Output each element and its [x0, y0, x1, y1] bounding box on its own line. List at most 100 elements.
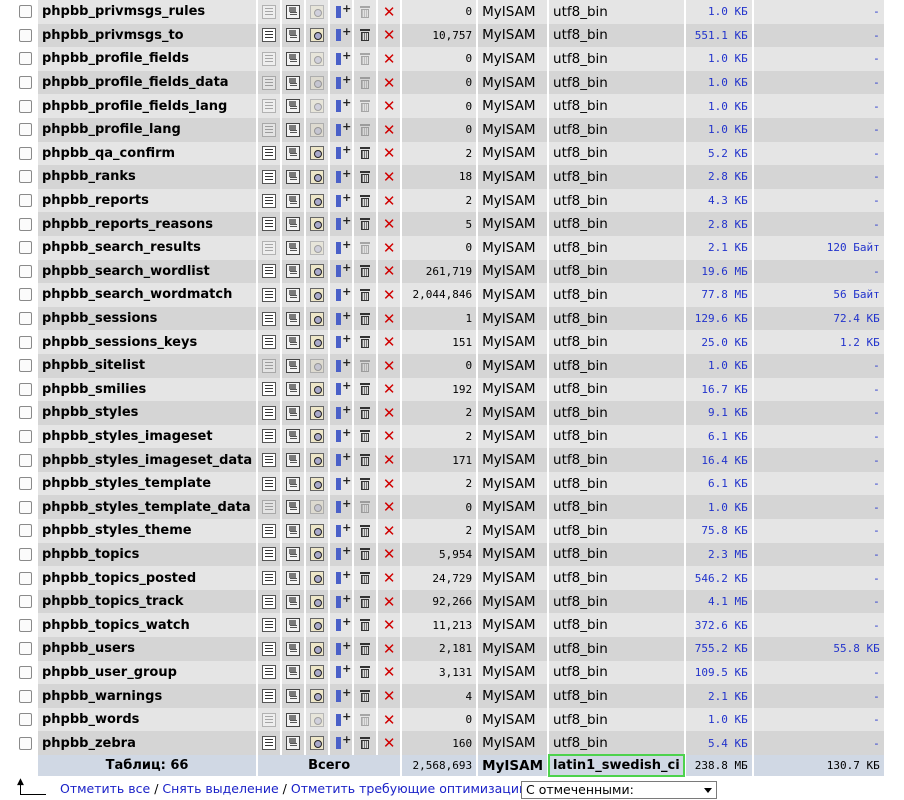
row-checkbox[interactable]: [14, 731, 36, 755]
insert-action[interactable]: [330, 235, 353, 260]
structure-action[interactable]: [282, 70, 305, 95]
table-name[interactable]: phpbb_styles_imageset_data: [38, 448, 257, 472]
row-checkbox[interactable]: [14, 283, 36, 307]
table-name[interactable]: phpbb_topics_posted: [38, 566, 257, 590]
insert-action[interactable]: [330, 165, 353, 189]
search-action[interactable]: [306, 471, 329, 496]
drop-action[interactable]: ✕: [378, 212, 401, 236]
search-action[interactable]: [306, 70, 329, 95]
drop-action[interactable]: ✕: [378, 70, 401, 95]
empty-action[interactable]: [354, 613, 377, 638]
drop-action[interactable]: ✕: [378, 495, 401, 520]
insert-action[interactable]: [330, 566, 353, 590]
table-name[interactable]: phpbb_privmsgs_to: [38, 23, 257, 48]
table-size[interactable]: 2.8 КБ: [685, 212, 752, 236]
drop-action[interactable]: ✕: [378, 542, 401, 567]
structure-action[interactable]: [282, 165, 305, 189]
overhead[interactable]: -: [753, 212, 884, 236]
search-action[interactable]: [306, 212, 329, 236]
drop-action[interactable]: ✕: [378, 660, 401, 685]
row-checkbox[interactable]: [14, 188, 36, 213]
table-size[interactable]: 9.1 КБ: [685, 401, 752, 425]
table-size[interactable]: 25.0 КБ: [685, 330, 752, 354]
structure-action[interactable]: [282, 283, 305, 307]
row-checkbox[interactable]: [14, 353, 36, 378]
insert-action[interactable]: [330, 212, 353, 236]
empty-action[interactable]: [354, 637, 377, 661]
empty-action[interactable]: [354, 519, 377, 543]
table-size[interactable]: 1.0 КБ: [685, 0, 752, 24]
table-name[interactable]: phpbb_search_results: [38, 235, 257, 260]
insert-action[interactable]: [330, 637, 353, 661]
row-checkbox[interactable]: [14, 330, 36, 354]
structure-action[interactable]: [282, 188, 305, 213]
search-action[interactable]: [306, 0, 329, 24]
overhead[interactable]: -: [753, 495, 884, 520]
drop-action[interactable]: ✕: [378, 23, 401, 48]
table-size[interactable]: 2.3 МБ: [685, 542, 752, 567]
search-action[interactable]: [306, 188, 329, 213]
insert-action[interactable]: [330, 471, 353, 496]
insert-action[interactable]: [330, 353, 353, 378]
drop-action[interactable]: ✕: [378, 94, 401, 118]
drop-action[interactable]: ✕: [378, 471, 401, 496]
structure-action[interactable]: [282, 23, 305, 48]
search-action[interactable]: [306, 519, 329, 543]
table-name[interactable]: phpbb_search_wordlist: [38, 259, 257, 284]
search-action[interactable]: [306, 283, 329, 307]
structure-action[interactable]: [282, 566, 305, 590]
browse-action[interactable]: [258, 637, 281, 661]
table-name[interactable]: phpbb_sessions: [38, 306, 257, 331]
browse-action[interactable]: [258, 660, 281, 685]
row-checkbox[interactable]: [14, 519, 36, 543]
row-checkbox[interactable]: [14, 401, 36, 425]
empty-action[interactable]: [354, 589, 377, 614]
empty-action[interactable]: [354, 707, 377, 732]
table-size[interactable]: 6.1 КБ: [685, 471, 752, 496]
insert-action[interactable]: [330, 47, 353, 71]
overhead[interactable]: -: [753, 660, 884, 685]
row-checkbox[interactable]: [14, 141, 36, 166]
row-checkbox[interactable]: [14, 377, 36, 402]
table-size[interactable]: 2.8 КБ: [685, 165, 752, 189]
search-action[interactable]: [306, 707, 329, 732]
row-checkbox[interactable]: [14, 165, 36, 189]
search-action[interactable]: [306, 353, 329, 378]
table-size[interactable]: 755.2 КБ: [685, 637, 752, 661]
table-name[interactable]: phpbb_topics_watch: [38, 613, 257, 638]
browse-action[interactable]: [258, 165, 281, 189]
structure-action[interactable]: [282, 448, 305, 472]
search-action[interactable]: [306, 684, 329, 708]
table-size[interactable]: 5.4 КБ: [685, 731, 752, 755]
structure-action[interactable]: [282, 0, 305, 24]
structure-action[interactable]: [282, 542, 305, 567]
table-size[interactable]: 1.0 КБ: [685, 353, 752, 378]
structure-action[interactable]: [282, 637, 305, 661]
table-name[interactable]: phpbb_user_group: [38, 660, 257, 685]
table-name[interactable]: phpbb_profile_fields: [38, 47, 257, 71]
drop-action[interactable]: ✕: [378, 283, 401, 307]
structure-action[interactable]: [282, 141, 305, 166]
browse-action[interactable]: [258, 70, 281, 95]
drop-action[interactable]: ✕: [378, 613, 401, 638]
empty-action[interactable]: [354, 0, 377, 24]
table-size[interactable]: 1.0 КБ: [685, 70, 752, 95]
table-size[interactable]: 1.0 КБ: [685, 495, 752, 520]
drop-action[interactable]: ✕: [378, 519, 401, 543]
row-checkbox[interactable]: [14, 589, 36, 614]
with-selected-dropdown[interactable]: С отмеченными:: [521, 781, 717, 799]
row-checkbox[interactable]: [14, 707, 36, 732]
empty-action[interactable]: [354, 283, 377, 307]
table-name[interactable]: phpbb_styles_template_data: [38, 495, 257, 520]
drop-action[interactable]: ✕: [378, 117, 401, 142]
empty-action[interactable]: [354, 70, 377, 95]
row-checkbox[interactable]: [14, 235, 36, 260]
drop-action[interactable]: ✕: [378, 401, 401, 425]
table-size[interactable]: 1.0 КБ: [685, 94, 752, 118]
drop-action[interactable]: ✕: [378, 0, 401, 24]
empty-action[interactable]: [354, 566, 377, 590]
browse-action[interactable]: [258, 94, 281, 118]
search-action[interactable]: [306, 401, 329, 425]
browse-action[interactable]: [258, 188, 281, 213]
table-size[interactable]: 2.1 КБ: [685, 235, 752, 260]
